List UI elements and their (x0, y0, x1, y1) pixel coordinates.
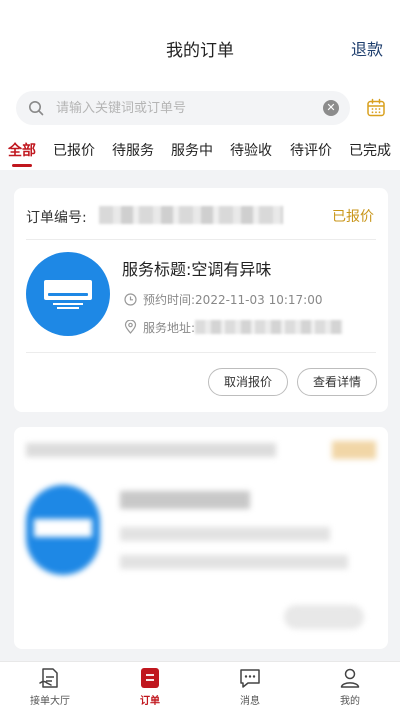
calendar-icon[interactable] (366, 98, 386, 118)
nav-item-orders[interactable]: 订单 (120, 666, 180, 707)
nav-item-messages[interactable]: 消息 (220, 666, 280, 707)
nav-label: 接单大厅 (30, 696, 70, 707)
service-title: 服务标题:空调有异味 (122, 260, 272, 279)
status-tabs: 全部 已报价 待服务 服务中 待验收 待评价 已完成 (0, 128, 400, 170)
divider (26, 239, 376, 240)
appointment-time-row: 预约时间:2022-11-03 10:17:00 (124, 291, 323, 308)
search-box[interactable]: ✕ (16, 91, 350, 125)
status-badge: 已报价 (332, 209, 374, 225)
redacted-button (284, 605, 364, 629)
order-number-label: 订单编号: (26, 210, 87, 226)
service-avatar (26, 252, 110, 336)
user-icon (340, 668, 360, 688)
active-tab-indicator (12, 164, 32, 167)
redacted-address (120, 555, 348, 569)
redacted-order-number (26, 443, 276, 457)
order-number-redacted (99, 206, 283, 224)
order-icon (141, 668, 159, 688)
redacted-time (120, 527, 330, 541)
tab-in-service[interactable]: 服务中 (171, 140, 213, 160)
hall-icon (39, 668, 58, 688)
search-icon (29, 101, 44, 116)
tab-all[interactable]: 全部 (8, 140, 36, 160)
nav-item-profile[interactable]: 我的 (320, 666, 380, 707)
redacted-service-title (120, 491, 250, 509)
redacted-icon-glyph (34, 519, 92, 537)
air-conditioner-icon (44, 280, 92, 309)
order-card-redacted[interactable] (14, 427, 388, 649)
nav-item-order-hall[interactable]: 接单大厅 (20, 666, 80, 707)
nav-label: 订单 (140, 696, 160, 707)
tab-pending-review[interactable]: 待评价 (290, 140, 332, 160)
search-row: ✕ (0, 88, 400, 128)
location-icon (124, 319, 137, 334)
service-address-row: 服务地址: (124, 319, 344, 336)
view-details-button[interactable]: 查看详情 (297, 368, 377, 396)
tab-pending-acceptance[interactable]: 待验收 (230, 140, 272, 160)
refund-link[interactable]: 退款 (351, 36, 383, 60)
search-input[interactable] (56, 91, 316, 125)
redacted-status-badge (332, 441, 376, 459)
nav-label: 我的 (340, 696, 360, 707)
divider (26, 352, 376, 353)
page-title: 我的订单 (166, 41, 234, 61)
service-address-redacted (195, 320, 344, 334)
tab-quoted[interactable]: 已报价 (53, 140, 95, 160)
appointment-time-label: 预约时间: (143, 293, 196, 307)
top-bar: 我的订单 退款 (0, 0, 400, 88)
nav-label: 消息 (240, 696, 260, 707)
tab-pending-service[interactable]: 待服务 (112, 140, 154, 160)
appointment-time-value: 2022-11-03 10:17:00 (195, 293, 323, 307)
clock-icon (124, 293, 137, 306)
tab-completed[interactable]: 已完成 (349, 140, 391, 160)
cancel-quote-button[interactable]: 取消报价 (208, 368, 288, 396)
bottom-nav: 接单大厅 订单 消息 我的 (0, 661, 400, 711)
service-address-label: 服务地址: (143, 321, 196, 335)
message-icon (240, 669, 260, 688)
clear-icon[interactable]: ✕ (323, 100, 339, 116)
order-card[interactable]: 订单编号: 已报价 服务标题:空调有异味 预约时间:2022-11-03 10:… (14, 188, 388, 412)
